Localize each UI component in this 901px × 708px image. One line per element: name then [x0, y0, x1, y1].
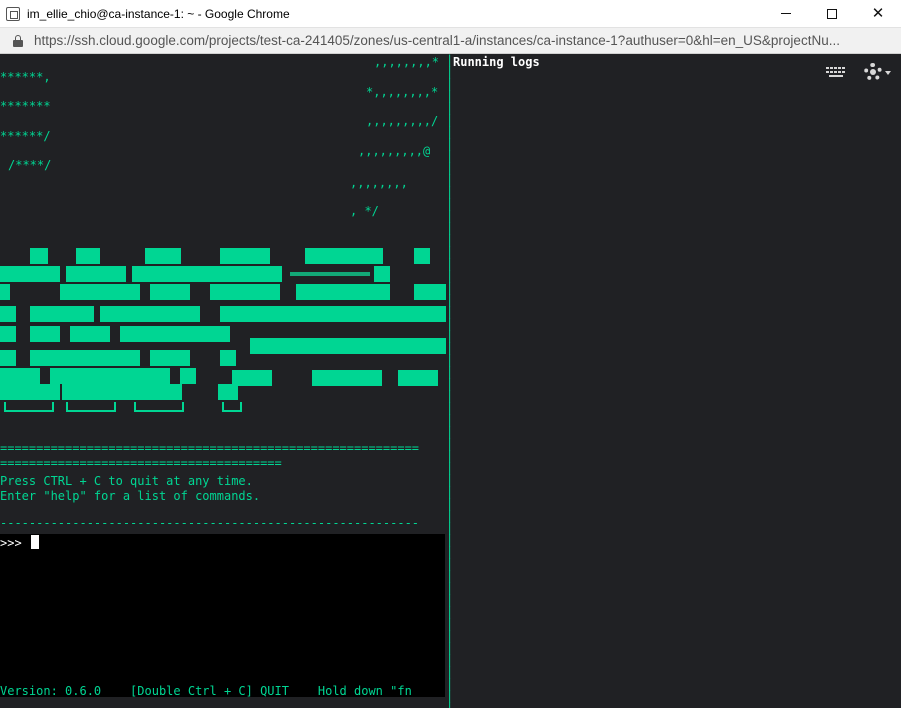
ascii-art-line: ,,,,,,,,* [374, 55, 440, 69]
minimize-button[interactable] [763, 0, 809, 27]
ascii-art-line: ,,,,,,,, [350, 176, 408, 190]
text-cursor [31, 535, 39, 549]
lock-icon[interactable] [13, 34, 23, 47]
window-title: im_ellie_chio@ca-instance-1: ~ - Google … [27, 6, 290, 21]
pane-divider: | | | | | | | | | | | | | | | | | | | | | | | | | | | | | | | | | | | | |… [446, 54, 452, 708]
address-bar: https://ssh.cloud.google.com/projects/te… [0, 27, 901, 54]
close-button[interactable]: ✕ [855, 0, 901, 27]
command-prompt: >>> [0, 536, 22, 550]
terminal-window[interactable]: ,,,,,,,,* ******, *,,,,,,,,* ******* ,,,… [0, 54, 901, 708]
separator-line: ========================================… [0, 444, 420, 452]
ascii-art-line: /****/ [8, 158, 52, 172]
running-logs-title: Running logs [453, 55, 540, 69]
status-bar: Version: 0.6.0 [Double Ctrl + C] QUIT Ho… [0, 684, 412, 698]
window-title-bar: im_ellie_chio@ca-instance-1: ~ - Google … [0, 0, 901, 27]
ascii-art-line: ******/ [0, 129, 51, 143]
window-controls: ✕ [763, 0, 901, 27]
dash-separator: ----------------------------------------… [0, 516, 420, 530]
close-icon: ✕ [871, 5, 885, 22]
ascii-art-line: *,,,,,,,,* [366, 85, 439, 99]
instruction-line: Press CTRL + C to quit at any time. [0, 474, 253, 488]
ascii-art-line: ,,,,,,,,,/ [366, 114, 439, 128]
ascii-art-line: , */ [350, 204, 379, 218]
ascii-art-line: ,,,,,,,,,@ [358, 144, 431, 158]
maximize-icon [827, 8, 837, 19]
gear-icon[interactable] [864, 63, 882, 81]
chevron-down-icon[interactable] [885, 71, 891, 75]
command-input-area[interactable]: >>> [0, 534, 445, 697]
minimize-icon [781, 13, 791, 14]
separator-line: ======================================= [0, 459, 282, 467]
chrome-app-icon [6, 6, 20, 21]
ascii-art-line: ******* [0, 99, 51, 113]
ascii-art-line: ******, [0, 70, 51, 84]
maximize-button[interactable] [809, 0, 855, 27]
instruction-line: Enter "help" for a list of commands. [0, 489, 261, 503]
keyboard-icon[interactable] [826, 67, 847, 78]
url-text[interactable]: https://ssh.cloud.google.com/projects/te… [34, 33, 894, 48]
